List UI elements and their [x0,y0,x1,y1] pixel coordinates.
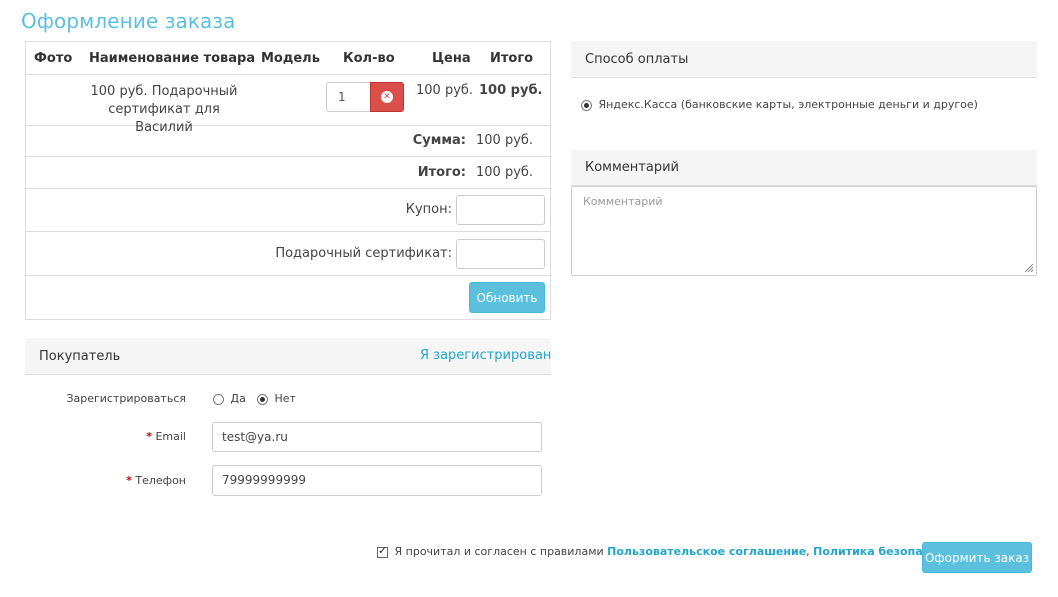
col-name: Наименование товара [89,51,256,66]
register-yes-radio[interactable] [213,393,224,405]
resize-handle-icon[interactable] [1024,263,1034,273]
col-price: Цена [432,51,471,66]
subtotal-label: Сумма: [412,133,466,148]
voucher-row: Подарочный сертификат: [26,232,550,276]
voucher-input[interactable] [456,239,545,269]
comment-title: Комментарий [585,160,679,175]
coupon-row: Купон: [26,189,550,232]
phone-label: * Телефон [126,474,186,487]
voucher-label: Подарочный сертификат: [275,246,452,261]
update-button[interactable]: Обновить [469,282,545,313]
phone-field[interactable]: 79999999999 [212,465,542,496]
col-qty: Кол-во [343,51,395,66]
payment-title: Способ оплаты [585,51,689,67]
email-label: * Email [146,430,186,443]
submit-order-button[interactable]: Оформить заказ [922,542,1032,573]
register-label: Зарегистрироваться [66,392,186,405]
item-total: 100 руб. [479,83,543,98]
coupon-input[interactable] [456,195,545,225]
quantity-input[interactable]: 1 [326,82,370,112]
grand-total-label: Итого: [417,165,466,180]
register-no-radio[interactable] [257,393,268,405]
comment-placeholder: Комментарий [583,195,663,208]
subtotal-value: 100 руб. [476,133,534,148]
terms-link[interactable]: Пользовательское соглашение [607,545,806,558]
register-yes-option[interactable]: Да [213,392,246,405]
register-no-option[interactable]: Нет [257,392,296,405]
payment-radio[interactable] [581,99,592,111]
comment-textarea[interactable]: Комментарий [571,186,1037,276]
grand-total-value: 100 руб. [476,165,534,180]
col-photo: Фото [34,51,73,66]
col-total: Итого [490,51,534,66]
remove-item-button[interactable]: ✕ [370,82,404,112]
payment-option[interactable]: Яндекс.Касса (банковские карты, электрон… [581,98,978,111]
customer-title: Покупатель [39,348,121,364]
close-icon: ✕ [381,91,393,103]
grand-total-row: Итого: 100 руб. [26,157,550,189]
table-row: 100 руб. Подарочный сертификат для Васил… [26,75,550,135]
item-price: 100 руб. [416,83,474,98]
login-link[interactable]: Я зарегистрирован [420,348,551,363]
cart-header-row: Фото Наименование товара Модель Кол-во Ц… [26,42,550,75]
subtotal-row: Сумма: 100 руб. [26,126,550,157]
email-field[interactable]: test@ya.ru [212,422,542,452]
agreement: ✓ Я прочитал и согласен с правилами Поль… [377,543,965,558]
agreement-checkbox[interactable]: ✓ [377,543,388,558]
comment-panel-header: Комментарий [571,150,1037,186]
checkmark-icon: ✓ [378,543,388,557]
cart-table: Фото Наименование товара Модель Кол-во Ц… [25,41,551,320]
payment-panel-header: Способ оплаты [571,41,1037,78]
coupon-label: Купон: [405,202,452,217]
page-title: Оформление заказа [21,9,236,33]
col-model: Модель [261,51,320,66]
update-row: Обновить [26,276,550,319]
